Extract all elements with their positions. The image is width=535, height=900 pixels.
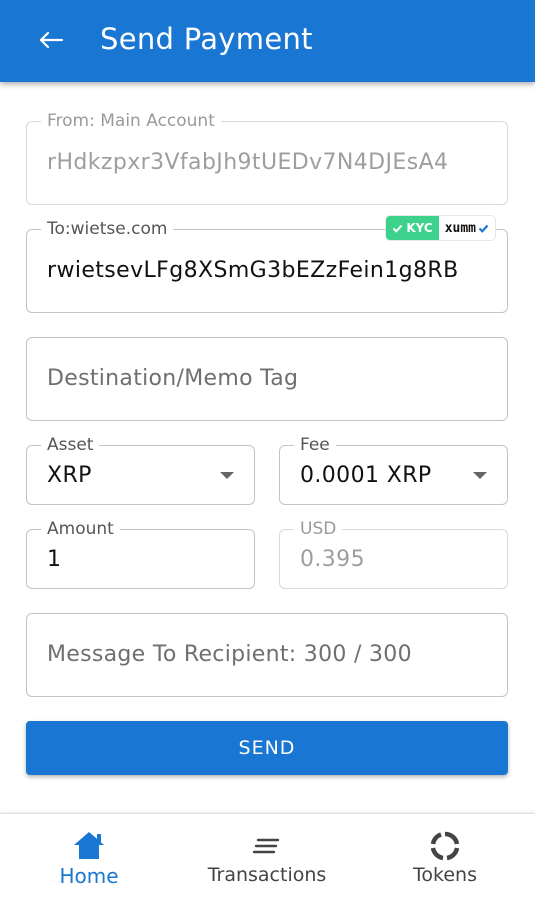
- destination-tag-placeholder: Destination/Memo Tag: [47, 366, 299, 391]
- send-button[interactable]: SEND: [26, 721, 508, 775]
- asset-value: XRP: [47, 463, 92, 488]
- asset-select[interactable]: Asset XRP: [26, 435, 255, 505]
- usd-value: 0.395: [300, 547, 365, 572]
- usd-label: USD: [294, 519, 343, 539]
- from-account-address: rHdkzpxr3VfabJh9tUEDv7N4DJEsA4: [47, 150, 449, 175]
- bottom-navigation: Home Transactions Tokens: [0, 813, 535, 900]
- arrow-left-icon: [39, 31, 64, 49]
- usd-field: USD 0.395: [279, 519, 508, 589]
- asset-label: Asset: [41, 435, 100, 455]
- to-address-field[interactable]: To:wietse.com KYC xumm rwietsevLFg8XSmG3…: [26, 216, 508, 313]
- to-address-value: rwietsevLFg8XSmG3bEZzFein1g8RB: [47, 258, 459, 283]
- destination-tag-input[interactable]: Destination/Memo Tag: [26, 337, 508, 421]
- fee-select[interactable]: Fee 0.0001 XRP: [279, 435, 508, 505]
- from-account-label: From: Main Account: [41, 111, 221, 131]
- list-icon: [252, 838, 280, 854]
- nav-label-tokens: Tokens: [413, 864, 477, 886]
- fee-value: 0.0001 XRP: [300, 463, 432, 488]
- nav-label-transactions: Transactions: [207, 864, 327, 886]
- message-placeholder: Message To Recipient: 300 / 300: [47, 642, 412, 667]
- page-title: Send Payment: [100, 22, 313, 56]
- chevron-down-icon: [473, 472, 487, 479]
- nav-item-transactions[interactable]: Transactions: [178, 814, 356, 900]
- xumm-logo: xumm: [439, 221, 495, 236]
- amount-label: Amount: [41, 519, 120, 539]
- nav-item-home[interactable]: Home: [0, 814, 178, 900]
- from-account-field: From: Main Account rHdkzpxr3VfabJh9tUEDv…: [26, 111, 508, 205]
- kyc-badge: KYC xumm: [386, 216, 495, 240]
- chevron-down-icon: [220, 472, 234, 479]
- to-address-label: To:wietse.com: [41, 219, 174, 239]
- amount-value: 1: [47, 547, 62, 572]
- check-icon: [393, 224, 403, 233]
- app-bar: Send Payment: [0, 0, 535, 82]
- home-icon: [74, 832, 104, 859]
- nav-label-home: Home: [59, 864, 119, 888]
- back-button[interactable]: [36, 24, 66, 56]
- amount-input[interactable]: Amount 1: [26, 519, 255, 589]
- nav-item-tokens[interactable]: Tokens: [356, 814, 534, 900]
- tokens-icon: [430, 831, 460, 861]
- verified-check-icon: [478, 224, 489, 233]
- kyc-badge-label: KYC: [406, 221, 433, 235]
- message-input[interactable]: Message To Recipient: 300 / 300: [26, 613, 508, 697]
- fee-label: Fee: [294, 435, 336, 455]
